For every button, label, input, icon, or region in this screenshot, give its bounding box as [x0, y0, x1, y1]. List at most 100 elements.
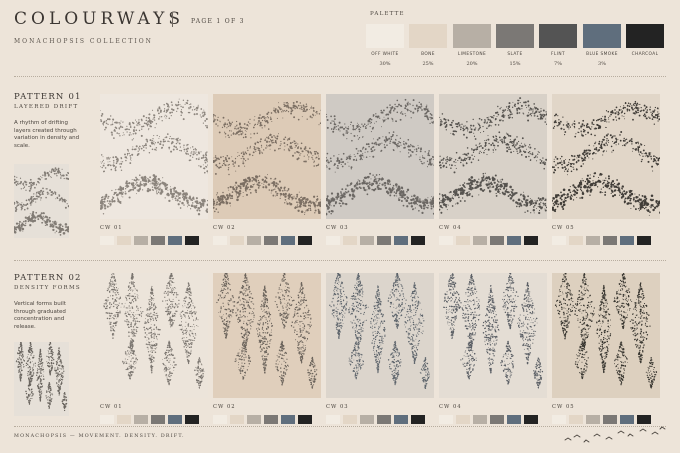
- colour-chip: [230, 415, 244, 424]
- colour-chip: [473, 236, 487, 245]
- palette-label: PALETTE: [370, 11, 405, 17]
- colour-chip: [151, 236, 165, 245]
- colour-chip: [264, 415, 278, 424]
- pattern-02-subtitle: DENSITY FORMS: [14, 285, 81, 291]
- colour-chip: [394, 415, 408, 424]
- colour-chip: [247, 415, 261, 424]
- colourway-chips: [552, 236, 651, 245]
- colour-chip: [569, 236, 583, 245]
- colourway-label: CW 04: [439, 225, 462, 231]
- colour-chip: [552, 415, 566, 424]
- colourway-chips: [213, 236, 312, 245]
- colour-chip: [490, 415, 504, 424]
- footer-tagline: MONACHOPSIS — MOVEMENT. DENSITY. DRIFT.: [14, 434, 185, 439]
- colour-chip: [117, 415, 131, 424]
- colourway-chips: [213, 415, 312, 424]
- palette-swatch-name: CHARCOAL: [631, 52, 659, 57]
- colour-chip: [637, 236, 651, 245]
- colour-chip: [524, 415, 538, 424]
- colour-chip: [185, 236, 199, 245]
- colourway-tile: [100, 273, 208, 398]
- colourway-tile: [326, 273, 434, 398]
- colour-chip: [586, 415, 600, 424]
- pattern-01-thumbnail: [12, 164, 71, 242]
- colour-chip: [524, 236, 538, 245]
- colour-chip: [394, 236, 408, 245]
- colour-chip: [620, 415, 634, 424]
- colour-chip: [377, 236, 391, 245]
- colour-chip: [281, 415, 295, 424]
- colour-chip: [637, 415, 651, 424]
- palette-swatch: [409, 24, 447, 48]
- colourway-tile: [439, 273, 547, 398]
- colour-chip: [151, 415, 165, 424]
- palette-swatch: [496, 24, 534, 48]
- colourway-chips: [100, 236, 199, 245]
- colourway-tile: [552, 94, 660, 219]
- colour-chip: [360, 236, 374, 245]
- colour-chip: [230, 236, 244, 245]
- colourway-chips: [439, 415, 538, 424]
- pattern-02-description: Vertical forms built through graduated c…: [14, 301, 66, 330]
- colour-chip: [213, 236, 227, 245]
- colourway-label: CW 01: [100, 404, 123, 410]
- colourway-tile: [326, 94, 434, 219]
- colour-chip: [552, 236, 566, 245]
- pattern-02-title: PATTERN 02: [14, 273, 82, 283]
- palette-swatch-name: FLINT: [551, 52, 565, 57]
- palette-swatch: [626, 24, 664, 48]
- palette-swatch: [583, 24, 621, 48]
- colour-chip: [456, 236, 470, 245]
- divider-top: [14, 76, 666, 77]
- colourway-tile: [439, 94, 547, 219]
- colour-chip: [569, 415, 583, 424]
- colour-chip: [298, 236, 312, 245]
- colour-chip: [168, 236, 182, 245]
- colour-chip: [264, 236, 278, 245]
- colour-chip: [100, 236, 114, 245]
- pattern-01-title: PATTERN 01: [14, 92, 82, 102]
- palette-swatch-percent: 7%: [554, 61, 562, 67]
- colour-chip: [439, 415, 453, 424]
- colourway-tile: [552, 273, 660, 398]
- colourway-chips: [100, 415, 199, 424]
- colourway-chips: [326, 415, 425, 424]
- colour-chip: [507, 236, 521, 245]
- colourway-chips: [326, 236, 425, 245]
- colour-chip: [411, 236, 425, 245]
- colourway-label: CW 04: [439, 404, 462, 410]
- colour-chip: [411, 415, 425, 424]
- colour-chip: [185, 415, 199, 424]
- title-divider: [172, 13, 173, 27]
- page-title: COLOURWAYS: [14, 9, 185, 29]
- pattern-01-subtitle: LAYERED DRIFT: [14, 104, 79, 110]
- colour-chip: [326, 236, 340, 245]
- colour-chip: [213, 415, 227, 424]
- colour-chip: [134, 415, 148, 424]
- palette-swatch-percent: 25%: [422, 61, 434, 67]
- colourway-tile: [100, 94, 208, 219]
- colour-chip: [343, 236, 357, 245]
- colour-chip: [360, 415, 374, 424]
- colour-chip: [117, 236, 131, 245]
- pattern-02-thumbnail: [14, 339, 69, 420]
- colour-chip: [134, 236, 148, 245]
- colour-chip: [603, 415, 617, 424]
- colourway-label: CW 02: [213, 404, 236, 410]
- page-indicator: PAGE 1 OF 3: [191, 18, 245, 25]
- colour-chip: [377, 415, 391, 424]
- colourway-chips: [552, 415, 651, 424]
- colourway-label: CW 03: [326, 225, 349, 231]
- divider-middle: [14, 260, 666, 261]
- palette-swatch: [539, 24, 577, 48]
- colour-chip: [326, 415, 340, 424]
- colour-chip: [507, 415, 521, 424]
- colour-chip: [281, 236, 295, 245]
- pattern-01-description: A rhythm of drifting layers created thro…: [14, 120, 80, 149]
- colour-chip: [473, 415, 487, 424]
- birds-icon: [560, 424, 670, 450]
- colour-chip: [439, 236, 453, 245]
- colour-chip: [100, 415, 114, 424]
- colour-chip: [247, 236, 261, 245]
- colour-chip: [456, 415, 470, 424]
